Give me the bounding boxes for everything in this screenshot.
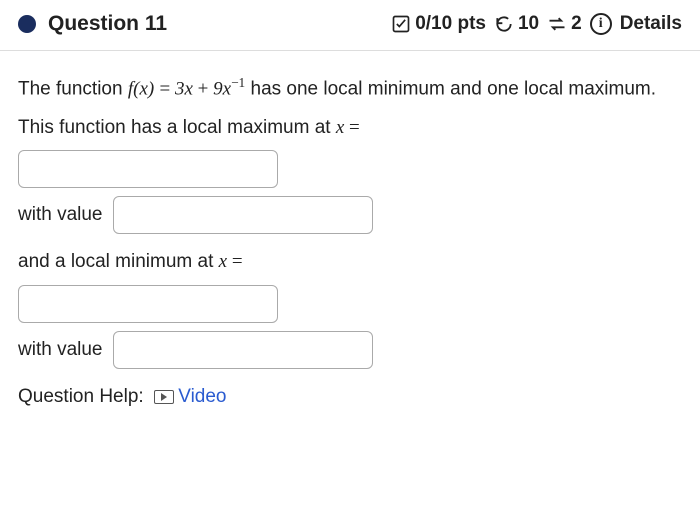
with-value-label-1: with value: [18, 201, 103, 230]
video-link[interactable]: Video: [154, 386, 226, 407]
status-dot-icon: [18, 15, 36, 33]
help-label: Question Help:: [18, 386, 144, 407]
prompt-line-3: and a local minimum at x =: [18, 248, 682, 277]
question-meta: 0/10 pts 10 2 i Details: [391, 13, 682, 35]
attempts-text: 10: [518, 13, 539, 35]
undo-icon: [494, 14, 514, 34]
question-title: Question 11: [48, 12, 167, 36]
question-help: Question Help: Video: [18, 383, 682, 412]
function-lhs: f(x): [128, 78, 154, 99]
score-chip: 0/10 pts: [391, 13, 486, 35]
resubmit-chip: 2: [547, 13, 582, 35]
video-label: Video: [178, 386, 226, 407]
resubmit-text: 2: [571, 13, 582, 35]
input-max-x[interactable]: [18, 150, 278, 188]
attempts-chip: 10: [494, 13, 539, 35]
input-row-min-x: [18, 285, 682, 323]
input-max-value[interactable]: [113, 196, 373, 234]
score-text: 0/10 pts: [415, 13, 486, 35]
prompt-line-1: The function f(x) = 3x + 9x−1 has one lo…: [18, 73, 682, 104]
input-row-max-val: with value: [18, 196, 682, 234]
question-body: The function f(x) = 3x + 9x−1 has one lo…: [0, 51, 700, 423]
prompt-line-2: This function has a local maximum at x =: [18, 114, 682, 143]
video-icon: [154, 390, 174, 404]
term-b: 9x: [213, 78, 231, 99]
info-icon[interactable]: i: [590, 13, 612, 35]
intro-tail: has one local minimum and one local maxi…: [251, 78, 657, 99]
exponent: −1: [231, 75, 245, 90]
input-min-value[interactable]: [113, 331, 373, 369]
question-header: Question 11 0/10 pts 10 2 i Details: [0, 0, 700, 51]
with-value-label-2: with value: [18, 336, 103, 365]
input-row-max-x: [18, 150, 682, 188]
cycle-icon: [547, 14, 567, 34]
input-min-x[interactable]: [18, 285, 278, 323]
input-row-min-val: with value: [18, 331, 682, 369]
details-link[interactable]: Details: [620, 13, 682, 35]
term-a: 3x: [175, 78, 193, 99]
checkbox-edit-icon: [391, 14, 411, 34]
